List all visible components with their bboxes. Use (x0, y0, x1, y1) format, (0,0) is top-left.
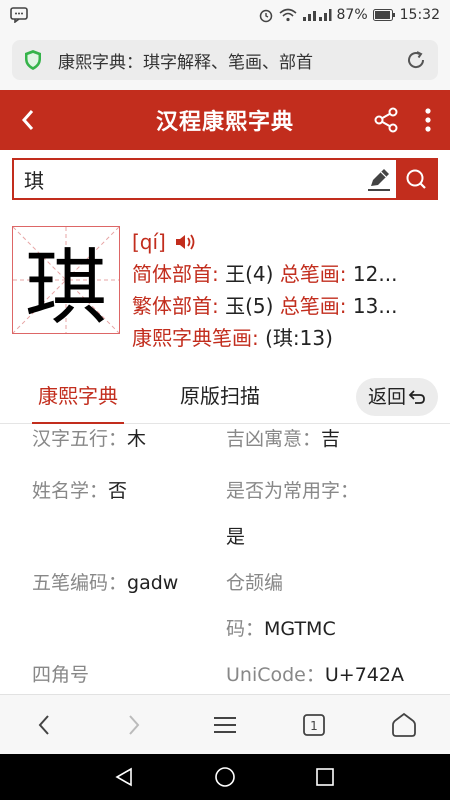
return-button[interactable]: 返回 (355, 378, 438, 416)
handwriting-pencil-icon[interactable] (362, 160, 396, 198)
url-text: 康熙字典：琪字解释、笔画、部首 (58, 52, 313, 73)
reload-icon[interactable] (404, 48, 428, 72)
search-icon (406, 169, 426, 189)
app-header: 汉程康熙字典 (0, 90, 450, 150)
more-menu-icon[interactable] (420, 106, 436, 134)
system-recents-icon[interactable] (313, 765, 337, 789)
battery-icon (372, 9, 395, 21)
jixiong-row: 吉凶寓意：吉 (226, 428, 341, 450)
character-info: [qí] 简体部首: 王(4) 总笔画: 12... 繁体部首: 玉(5) 总笔… (132, 226, 442, 354)
wubi-row: 五笔编码：gadw (32, 572, 179, 594)
simplified-radical-line: 简体部首: 王(4) 总笔画: 12... (132, 262, 398, 286)
cangjie-label: 仓颉编 (226, 572, 284, 594)
tab-count: 1 (310, 719, 318, 733)
cangjie-row: 码：MGTMC (226, 618, 336, 640)
character-grid-box: 琪 (12, 226, 120, 336)
tab-bar: 康熙字典 原版扫描 返回 (0, 370, 450, 424)
shield-icon (22, 49, 44, 71)
detail-content: 汉字五行：木 吉凶寓意：吉 姓名学：否 是否为常用字： 是 五笔编码：gadw … (14, 424, 436, 694)
tabs-count-icon[interactable]: 1 (300, 711, 328, 739)
share-icon[interactable] (372, 106, 400, 134)
tab-kangxi[interactable]: 康熙字典 (32, 370, 124, 424)
system-home-icon[interactable] (213, 765, 237, 789)
search-box (12, 158, 438, 200)
xingming-row: 姓名学：否 (32, 480, 128, 502)
pinyin: [qí] (132, 230, 166, 254)
traditional-radical-line: 繁体部首: 玉(5) 总笔画: 13... (132, 294, 398, 318)
character-glyph: 琪 (24, 240, 107, 336)
home-icon[interactable] (390, 711, 418, 739)
browser-bottom-bar: 1 (0, 694, 450, 754)
status-bar: 87% 15:32 (0, 0, 450, 30)
battery-level: 87% (336, 7, 368, 23)
kangxi-strokes-line: 康熙字典笔画: (琪:13) (132, 326, 333, 350)
alarm-icon (258, 7, 274, 23)
system-nav-bar (0, 754, 450, 800)
signal-icon (302, 8, 332, 22)
browser-toolbar: 康熙字典：琪字解释、笔画、部首 (0, 30, 450, 90)
system-back-icon[interactable] (112, 765, 136, 789)
menu-icon[interactable] (211, 711, 239, 739)
pinyin-line: [qí] (132, 226, 442, 258)
clock: 15:32 (399, 7, 440, 23)
tab-original-scan[interactable]: 原版扫描 (180, 370, 260, 422)
search-button[interactable] (396, 160, 436, 198)
changyong-value: 是 (226, 526, 246, 548)
wuxing-row: 汉字五行：木 (32, 428, 147, 450)
browser-forward-icon[interactable] (120, 711, 148, 739)
address-bar[interactable]: 康熙字典：琪字解释、笔画、部首 (12, 40, 438, 80)
message-icon (10, 5, 30, 25)
unicode-row: UniCode：U+742A (226, 664, 404, 686)
return-arrow-icon (408, 390, 425, 404)
search-input[interactable] (14, 160, 362, 198)
sijiao-row: 四角号 (32, 664, 90, 686)
wifi-icon (278, 8, 297, 22)
changyong-label: 是否为常用字： (226, 480, 360, 502)
speaker-icon[interactable] (174, 233, 196, 251)
back-arrow-icon[interactable] (0, 90, 56, 150)
browser-back-icon[interactable] (30, 711, 58, 739)
